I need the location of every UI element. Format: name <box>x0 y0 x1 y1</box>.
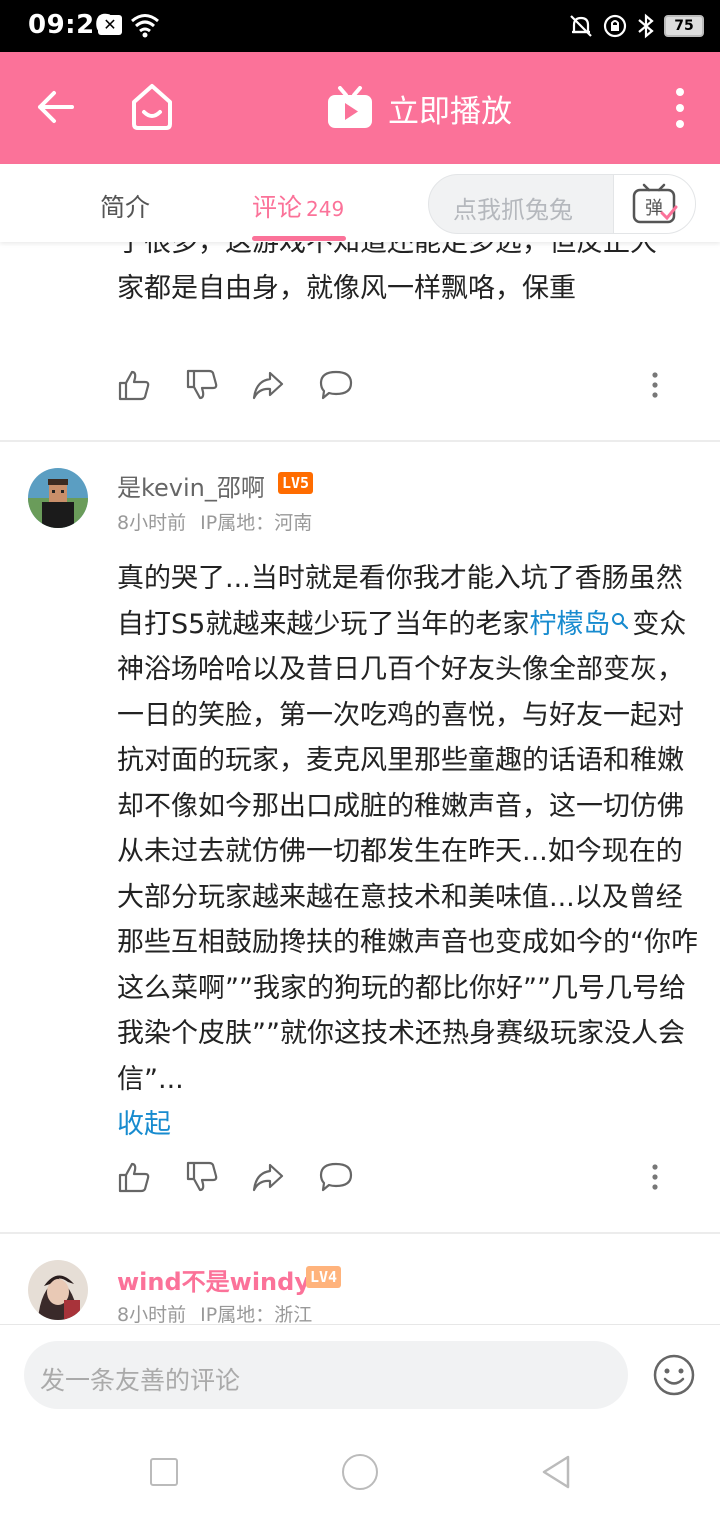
comment-meta: 8小时前 IP属地：河南 <box>117 508 312 535</box>
comment-input-bar: 发一条友善的评论 <box>0 1324 720 1424</box>
comment-list[interactable]: 了很多，这游戏不知道还能走多远，但反正大 家都是自由身，就像风一样飘咯，保重 是… <box>0 242 720 1324</box>
thumbs-down-icon[interactable] <box>185 368 219 402</box>
more-vertical-icon[interactable] <box>645 368 665 402</box>
comment-actions <box>117 368 677 408</box>
tab-comments[interactable]: 评论 249 <box>252 188 344 224</box>
close-box-icon: ✕ <box>98 15 122 35</box>
tab-active-indicator <box>252 236 346 241</box>
keyword-link[interactable]: 柠檬岛 <box>529 609 632 640</box>
tab-comments-label: 评论 <box>252 193 303 222</box>
home-button[interactable] <box>342 1454 378 1490</box>
app-header: 立即播放 <box>0 52 720 164</box>
level-badge: LV5 <box>278 472 314 494</box>
danmaku-placeholder: 点我抓兔兔 <box>453 196 573 224</box>
avatar-image <box>28 468 88 528</box>
search-icon <box>612 612 629 629</box>
keyword-text: 柠檬岛 <box>529 608 611 640</box>
reply-icon[interactable] <box>319 1160 353 1194</box>
ip-location: IP属地：浙江 <box>200 1304 313 1324</box>
collapse-link[interactable]: 收起 <box>117 1109 171 1140</box>
avatar[interactable] <box>28 468 88 528</box>
bell-off-icon <box>570 15 592 37</box>
danmaku-toggle-label: 弹 <box>645 198 663 219</box>
system-nav-bar <box>0 1424 720 1520</box>
comment-input[interactable]: 发一条友善的评论 <box>24 1341 628 1409</box>
username[interactable]: 是kevin_邵啊 <box>117 468 265 503</box>
danmaku-icon: 弹 <box>632 183 678 224</box>
thumbs-up-icon[interactable] <box>117 1160 151 1194</box>
play-now-label: 立即播放 <box>388 93 512 130</box>
rotation-lock-icon <box>603 14 627 38</box>
comment-text: 了很多，这游戏不知道还能走多远，但反正大 家都是自由身，就像风一样飘咯，保重 <box>117 242 703 311</box>
ip-location: IP属地：河南 <box>200 512 313 534</box>
comment-input-placeholder: 发一条友善的评论 <box>40 1366 241 1395</box>
status-right-group: 75 <box>568 10 704 42</box>
avatar-image <box>28 1260 88 1320</box>
comment-text: 真的哭了...当时就是看你我才能入坑了香肠虽然自打S5就越来越少玩了当年的老家柠… <box>117 556 703 1148</box>
share-icon[interactable] <box>251 1160 285 1194</box>
back-triangle-icon[interactable] <box>540 1454 572 1490</box>
tab-bar: 简介 评论 249 点我抓兔兔 弹 <box>0 164 720 242</box>
comment-line: 了很多，这游戏不知道还能走多远，但反正大 <box>117 242 657 258</box>
comment-time: 8小时前 <box>117 512 187 534</box>
comment-time: 8小时前 <box>117 1304 187 1324</box>
level-badge: LV4 <box>306 1266 342 1288</box>
tab-intro[interactable]: 简介 <box>100 188 150 224</box>
username[interactable]: wind不是windy <box>117 1262 310 1297</box>
danmaku-toggle-button[interactable]: 弹 <box>613 175 695 233</box>
back-arrow-icon[interactable] <box>32 82 82 132</box>
recents-button[interactable] <box>150 1458 178 1486</box>
comment-divider <box>0 1232 720 1234</box>
home-icon[interactable] <box>126 80 178 134</box>
comment-divider <box>0 440 720 442</box>
thumbs-down-icon[interactable] <box>185 1160 219 1194</box>
more-vertical-icon[interactable] <box>645 1160 665 1194</box>
comment-line: 家都是自由身，就像风一样飘咯，保重 <box>117 272 576 304</box>
tv-play-icon <box>328 86 372 128</box>
reply-icon[interactable] <box>319 368 353 402</box>
comment-meta: 8小时前 IP属地：浙江 <box>117 1300 312 1324</box>
avatar[interactable] <box>28 1260 88 1320</box>
comment-text-part2: 变众神浴场哈哈以及昔日几百个好友头像全部变灰，一日的笑脸，第一次吃鸡的喜悦，与好… <box>117 608 698 1095</box>
danmaku-input-box[interactable]: 点我抓兔兔 弹 <box>428 174 696 234</box>
thumbs-up-icon[interactable] <box>117 368 151 402</box>
bluetooth-icon <box>638 13 654 39</box>
status-bar: 09:26 ✕ 75 <box>0 0 720 52</box>
play-now-button[interactable]: 立即播放 <box>326 80 512 136</box>
wifi-icon <box>131 14 159 38</box>
battery-icon: 75 <box>664 15 704 37</box>
tab-comments-count: 249 <box>306 197 345 221</box>
more-vertical-icon[interactable] <box>668 84 692 132</box>
comment-actions <box>117 1160 677 1200</box>
share-icon[interactable] <box>251 368 285 402</box>
emoji-icon[interactable] <box>652 1353 696 1397</box>
